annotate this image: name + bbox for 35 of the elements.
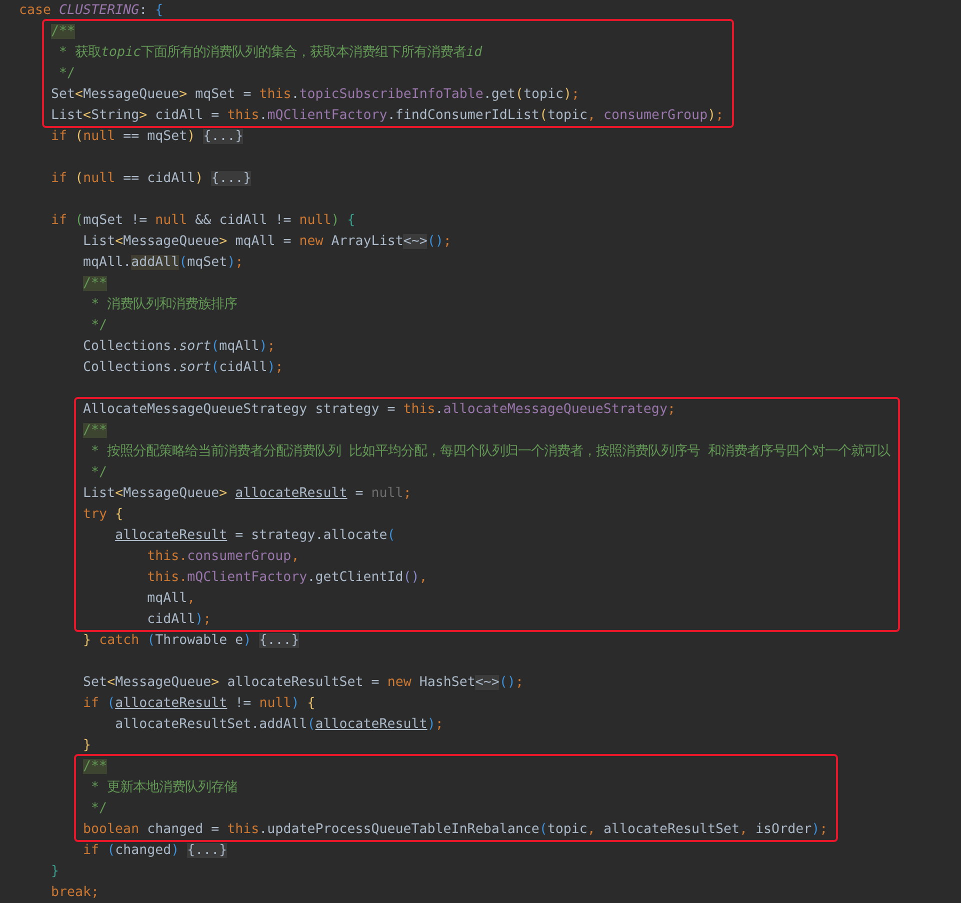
code-line: mqAll, [146, 590, 196, 608]
code-line: */ [90, 800, 108, 818]
code-line: this.consumerGroup, [146, 548, 300, 566]
code-line: Set<MessageQueue> allocateResultSet = new HashSet<~>(); [82, 674, 524, 692]
code-line: if (changed) {...} [82, 842, 228, 860]
code-line: cidAll); [146, 611, 212, 629]
code-line: * 消费队列和消费族排序 [90, 296, 238, 314]
code-line: if (mqSet != null && cidAll != null) { [50, 212, 356, 230]
code-line: allocateResult = strategy.allocate( [114, 527, 396, 545]
code-line: */ [58, 65, 76, 83]
code-line: Collections.sort(mqAll); [82, 338, 276, 356]
code-line: break; [50, 884, 100, 902]
code-line: */ [90, 464, 108, 482]
code-line: List<MessageQueue> mqAll = new ArrayList<~>(); [82, 233, 452, 251]
code-line: Set<MessageQueue> mqSet = this.topicSubscribeInfoTable.get(topic); [51, 86, 580, 104]
code-line: * 获取topic下面所有的消费队列的集合，获取本消费组下所有消费者id [58, 44, 484, 62]
code-line: AllocateMessageQueueStrategy strategy = this.allocateMessageQueueStrategy; [83, 401, 676, 419]
code-line: } [50, 863, 60, 881]
code-line: */ [90, 317, 108, 335]
code-line: List<String> cidAll = this.mQClientFactory.findConsumerIdList(topic, consumerGroup); [51, 107, 724, 125]
code-line: if (allocateResult != null) { [82, 695, 316, 713]
code-line: * 更新本地消费队列存储 [90, 778, 238, 797]
code-line: * 按照分配策略给当前消费者分配消费队列 比如平均分配，每四个队列归一个消费者，按照消费队列序号 和消费者序号四个对一个就可以 [90, 442, 890, 461]
code-line: boolean changed = this.updateProcessQueueTableInRebalance(topic, allocateResultSet, isOrder); [83, 821, 828, 839]
code-line: mqAll.addAll(mqSet); [82, 254, 244, 272]
code-line: if (null == cidAll) {...} [50, 170, 252, 188]
code-line: } [82, 737, 92, 755]
code-line: Collections.sort(cidAll); [82, 359, 284, 377]
code-line: } catch (Throwable e) {...} [82, 632, 300, 650]
code-line: allocateResultSet.addAll(allocateResult); [114, 716, 444, 734]
code-line: try { [83, 506, 124, 524]
code-line: List<MessageQueue> allocateResult = null; [83, 485, 412, 503]
code-line: this.mQClientFactory.getClientId(), [146, 569, 428, 587]
code-line: case CLUSTERING: { [19, 2, 164, 20]
code-line: if (null == mqSet) {...} [50, 128, 244, 146]
